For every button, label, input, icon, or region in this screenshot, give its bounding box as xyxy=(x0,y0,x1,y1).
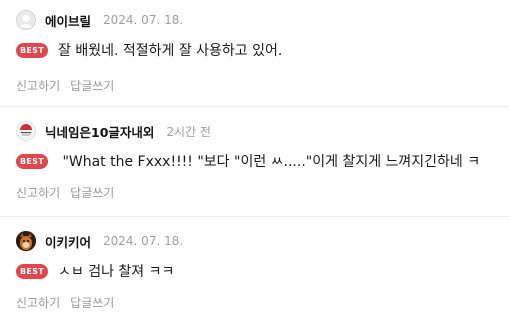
comment-text: "What the Fxxx!!!! "보다 "이런 ㅆ....."이게 찰지게… xyxy=(58,154,481,170)
author-name[interactable]: 닉네임은10글자내외 xyxy=(45,122,154,141)
comment-actions: 신고하기 답글쓰기 xyxy=(16,183,124,201)
comment-body: BEST ㅅㅂ 검나 찰져 ㅋㅋ xyxy=(16,261,174,281)
divider xyxy=(0,216,509,217)
profile-logo-icon[interactable] xyxy=(16,121,36,141)
comment-date: 2시간 전 xyxy=(166,124,211,139)
animal-photo-icon[interactable] xyxy=(16,231,36,251)
comment-header: 이키키어 2024. 07. 18. xyxy=(16,230,183,252)
report-button[interactable]: 신고하기 xyxy=(16,294,60,311)
comment-text: ㅅㅂ 검나 찰져 ㅋㅋ xyxy=(58,264,175,280)
comment-date: 2024. 07. 18. xyxy=(103,13,184,27)
comment-header: 닉네임은10글자내외 2시간 전 xyxy=(16,120,211,142)
divider xyxy=(0,106,509,107)
comment-actions: 신고하기 답글쓰기 xyxy=(16,293,124,311)
best-badge: BEST xyxy=(16,263,48,279)
best-badge: BEST xyxy=(16,42,48,58)
best-badge: BEST xyxy=(16,153,48,169)
comment-text: 잘 배웠네. 적절하게 잘 사용하고 있어. xyxy=(58,43,283,59)
comment-body: BEST 잘 배웠네. 적절하게 잘 사용하고 있어. xyxy=(16,40,282,60)
comment-body: BEST "What the Fxxx!!!! "보다 "이런 ㅆ....."이… xyxy=(16,151,480,171)
comment-header: 에이브릴 2024. 07. 18. xyxy=(16,9,183,31)
comment-actions: 신고하기 답글쓰기 xyxy=(16,76,124,94)
reply-button[interactable]: 답글쓰기 xyxy=(70,184,114,201)
report-button[interactable]: 신고하기 xyxy=(16,77,60,94)
author-name[interactable]: 에이브릴 xyxy=(45,11,91,30)
report-button[interactable]: 신고하기 xyxy=(16,184,60,201)
author-name[interactable]: 이키키어 xyxy=(45,232,91,251)
reply-button[interactable]: 답글쓰기 xyxy=(70,294,114,311)
comment-date: 2024. 07. 18. xyxy=(103,234,184,248)
reply-button[interactable]: 답글쓰기 xyxy=(70,77,114,94)
default-user-icon[interactable] xyxy=(16,10,36,30)
